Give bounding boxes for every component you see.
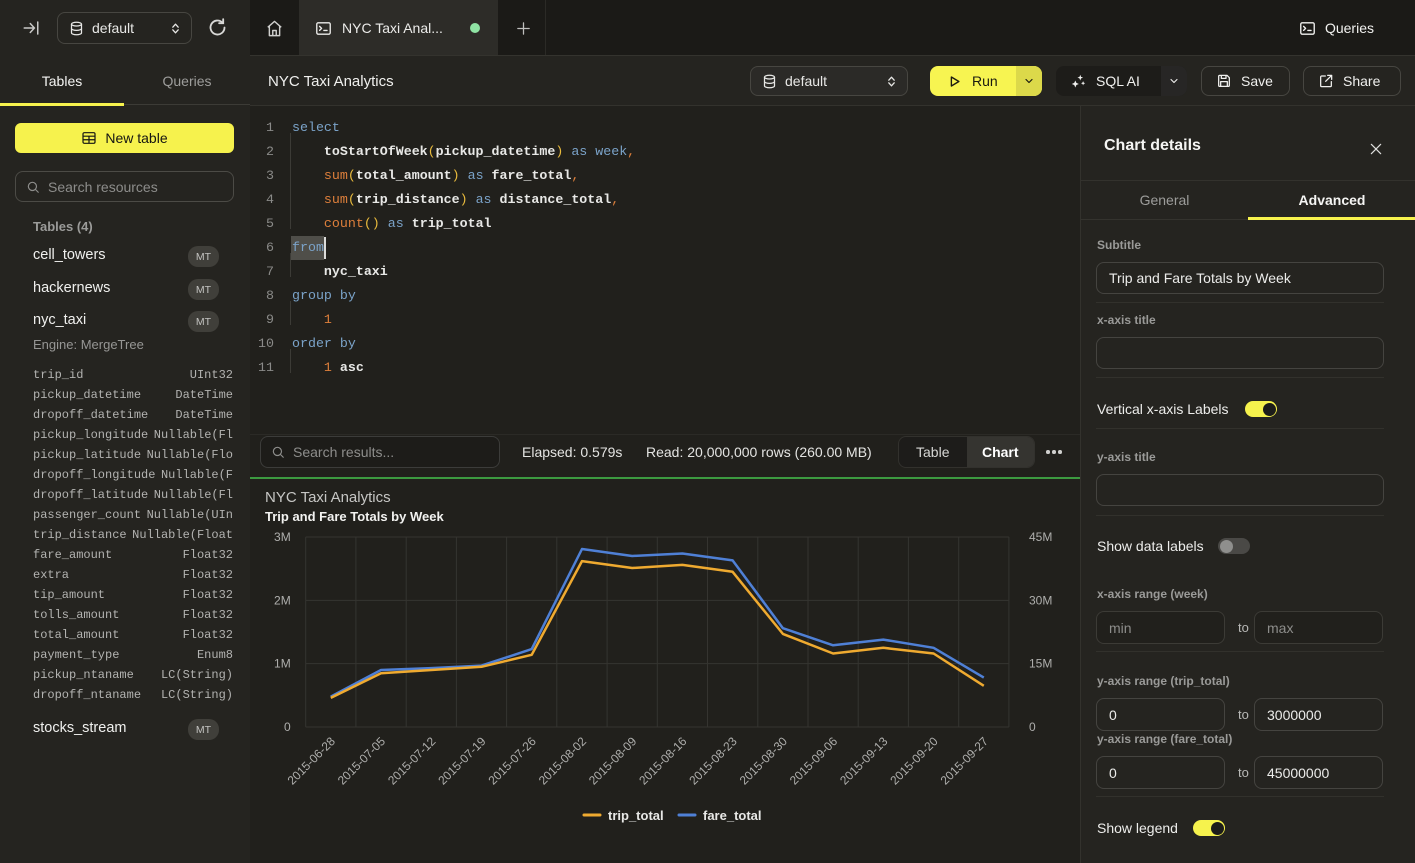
svg-text:45M: 45M — [1029, 530, 1052, 544]
svg-text:0: 0 — [1029, 720, 1036, 734]
svg-text:NYC Taxi Analytics: NYC Taxi Analytics — [265, 489, 391, 506]
svg-text:2015-07-26: 2015-07-26 — [486, 734, 540, 788]
svg-text:fare_total: fare_total — [703, 808, 762, 823]
svg-text:2015-08-16: 2015-08-16 — [636, 734, 690, 788]
svg-text:2015-09-06: 2015-09-06 — [787, 734, 841, 788]
svg-text:3M: 3M — [274, 530, 291, 544]
svg-text:2015-08-30: 2015-08-30 — [737, 734, 791, 788]
svg-text:0: 0 — [284, 720, 291, 734]
svg-text:2015-07-05: 2015-07-05 — [335, 734, 389, 788]
svg-text:15M: 15M — [1029, 657, 1052, 671]
svg-text:2015-09-27: 2015-09-27 — [938, 734, 992, 788]
svg-text:Trip and Fare Totals by Week: Trip and Fare Totals by Week — [265, 509, 444, 524]
svg-text:1M: 1M — [274, 657, 291, 671]
svg-text:2M: 2M — [274, 593, 291, 607]
svg-text:2015-08-09: 2015-08-09 — [586, 734, 640, 788]
svg-text:2015-07-12: 2015-07-12 — [385, 734, 439, 788]
svg-text:2015-08-02: 2015-08-02 — [536, 734, 590, 788]
svg-text:2015-09-13: 2015-09-13 — [837, 734, 891, 788]
svg-text:trip_total: trip_total — [608, 808, 664, 823]
svg-text:2015-08-23: 2015-08-23 — [686, 734, 740, 788]
svg-text:30M: 30M — [1029, 593, 1052, 607]
svg-text:2015-09-20: 2015-09-20 — [887, 734, 941, 788]
svg-text:2015-07-19: 2015-07-19 — [435, 734, 489, 788]
svg-text:2015-06-28: 2015-06-28 — [285, 734, 339, 788]
